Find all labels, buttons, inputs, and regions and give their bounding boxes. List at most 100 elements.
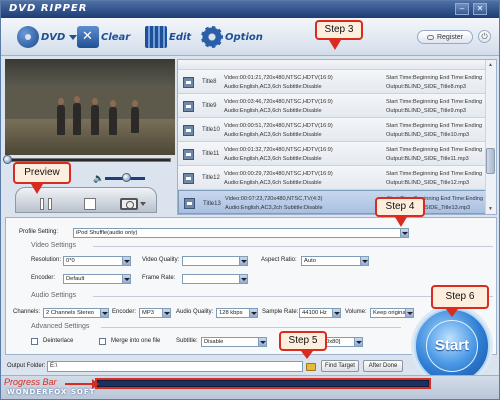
audio-settings-header: Audio Settings: [31, 292, 77, 299]
chevron-down-icon[interactable]: [400, 229, 408, 237]
speaker-icon[interactable]: 🔈: [93, 173, 104, 184]
video-encoder-value: Default: [66, 276, 85, 282]
chevron-down-icon[interactable]: [100, 309, 108, 317]
scroll-thumb[interactable]: [486, 148, 495, 174]
channels-select[interactable]: 2 Channels Stereo: [43, 308, 109, 318]
output-folder-value: E:\: [50, 363, 58, 369]
list-scrollbar[interactable]: ▲ ▼: [485, 60, 496, 214]
video-encoder-select[interactable]: Default: [63, 274, 131, 284]
chevron-down-icon[interactable]: [354, 338, 362, 346]
title-output-info: Start Time:Beginning End Time:Ending Outp…: [386, 170, 486, 188]
title-info: Video:00:01:21,720x480,NTSC,HDTV(16:9) Au…: [224, 74, 354, 92]
video-encoder-label: Encoder:: [31, 275, 56, 281]
stop-button[interactable]: [81, 197, 99, 211]
snapshot-button[interactable]: [119, 197, 147, 211]
callout-step6: Step 6: [431, 285, 489, 309]
chevron-down-icon[interactable]: [360, 257, 368, 265]
merge-checkbox[interactable]: [99, 338, 106, 345]
chevron-down-icon[interactable]: [405, 309, 413, 317]
aspect-ratio-select[interactable]: Auto: [301, 256, 369, 266]
chevron-down-icon[interactable]: [258, 338, 266, 346]
audio-quality-select[interactable]: 128 kbps: [216, 308, 258, 318]
video-settings-header: Video Settings: [31, 242, 77, 249]
title-name: Title11: [202, 151, 220, 157]
minimize-button[interactable]: –: [455, 3, 469, 15]
sample-rate-select[interactable]: 44100 Hz: [299, 308, 341, 318]
list-item[interactable]: Title8 Video:00:01:21,720x480,NTSC,HDTV(1…: [178, 70, 486, 94]
chevron-down-icon[interactable]: [249, 309, 257, 317]
video-quality-select[interactable]: [182, 256, 248, 266]
list-item[interactable]: [178, 60, 486, 70]
app-title: DVD RIPPER: [9, 3, 88, 14]
scroll-down-icon[interactable]: ▼: [487, 206, 494, 212]
volume-handle[interactable]: [122, 173, 131, 182]
list-item[interactable]: Title12 Video:00:00:29,720x480,NTSC,HDTV(…: [178, 166, 486, 190]
edit-button[interactable]: Edit: [145, 23, 191, 51]
output-folder-label: Output Folder:: [7, 363, 46, 369]
option-button[interactable]: Option: [201, 23, 263, 51]
audio-encoder-select[interactable]: MP3: [139, 308, 171, 318]
channels-value: 2 Channels Stereo: [46, 310, 95, 316]
title-output-file: Output:BLIND_SIDE_Title11.mp3: [386, 156, 469, 162]
title-output-info: Start Time:Beginning End Time:Ending Outp…: [386, 146, 486, 164]
pause-icon: [40, 198, 52, 210]
profile-label: Profile Setting:: [19, 229, 59, 235]
output-folder-input[interactable]: E:\: [47, 361, 303, 372]
list-item[interactable]: Title11 Video:00:01:32,720x480,NTSC,HDTV(…: [178, 142, 486, 166]
brand-logo: WONDERFOX SOFT: [7, 388, 96, 396]
resolution-value: 0*0: [66, 258, 75, 264]
file-icon: [183, 101, 194, 112]
title-time-range: Start Time:Beginning End Time:Ending: [386, 171, 483, 177]
aspect-ratio-label: Aspect Ratio:: [261, 257, 297, 263]
chevron-down-icon[interactable]: [239, 275, 247, 283]
audio-quality-label: Audio Quality:: [176, 309, 214, 315]
subtitle-label: Subtitle:: [176, 338, 198, 344]
divider: [93, 246, 493, 247]
pause-button[interactable]: [35, 197, 57, 211]
chevron-down-icon[interactable]: [122, 275, 130, 283]
title-name: Title10: [202, 127, 220, 133]
subtitle-select[interactable]: Disable: [201, 337, 267, 347]
title-name: Title13: [203, 201, 221, 207]
file-icon: [183, 149, 194, 160]
start-button[interactable]: Start: [426, 320, 478, 372]
seek-handle[interactable]: [3, 155, 12, 164]
register-button[interactable]: Register: [417, 30, 473, 44]
resolution-select[interactable]: 0*0: [63, 256, 131, 266]
progress-highlight: [95, 378, 431, 389]
resolution-label: Resolution:: [31, 257, 62, 263]
deinterlace-checkbox[interactable]: [31, 338, 38, 345]
callout-step3: Step 3: [315, 20, 363, 40]
list-item[interactable]: Title13 Video:00:07:23,720x480,NTSC,TV(4:…: [178, 190, 486, 214]
power-icon[interactable]: ⏻: [478, 30, 491, 43]
chevron-down-icon[interactable]: [122, 257, 130, 265]
title-time-range: Start Time:Beginning End Time:Ending: [386, 147, 483, 153]
clear-button[interactable]: Clear: [77, 23, 130, 51]
profile-select[interactable]: iPod Shuffle(audio only): [73, 228, 409, 238]
clear-icon: [77, 26, 99, 48]
size-select[interactable]: 0x80]: [323, 337, 363, 347]
title-output-file: Output:BLIND_SIDE_Title9.mp3: [386, 108, 467, 114]
dvd-button[interactable]: DVD: [17, 23, 78, 51]
chevron-down-icon[interactable]: [239, 257, 247, 265]
folder-icon[interactable]: [306, 363, 316, 371]
list-item[interactable]: Title9 Video:00:03:46,720x480,NTSC,HDTV(1…: [178, 94, 486, 118]
edit-label: Edit: [169, 31, 192, 43]
title-audio-info: Audio:English,AC3,6ch Subtitle:Disable: [224, 180, 322, 186]
title-name: Title9: [202, 103, 217, 109]
chevron-down-icon: [140, 202, 146, 206]
title-info: Video:00:07:23,720x480,NTSC,TV(4:3) Audio…: [225, 195, 355, 213]
audio-quality-value: 128 kbps: [219, 310, 243, 316]
volume-select[interactable]: Keep origina: [370, 308, 414, 318]
after-done-button[interactable]: After Done: [363, 360, 403, 372]
scroll-up-icon[interactable]: ▲: [487, 62, 494, 68]
dvd-label: DVD: [41, 31, 66, 43]
sample-rate-label: Sample Rate:: [262, 309, 299, 315]
chevron-down-icon[interactable]: [162, 309, 170, 317]
close-button[interactable]: ✕: [473, 3, 487, 15]
list-item[interactable]: Title10 Video:00:00:51,720x480,NTSC,HDTV(…: [178, 118, 486, 142]
find-target-button[interactable]: Find Target: [321, 360, 359, 372]
audio-encoder-label: Encoder:: [112, 309, 137, 315]
frame-rate-select[interactable]: [182, 274, 248, 284]
chevron-down-icon[interactable]: [332, 309, 340, 317]
